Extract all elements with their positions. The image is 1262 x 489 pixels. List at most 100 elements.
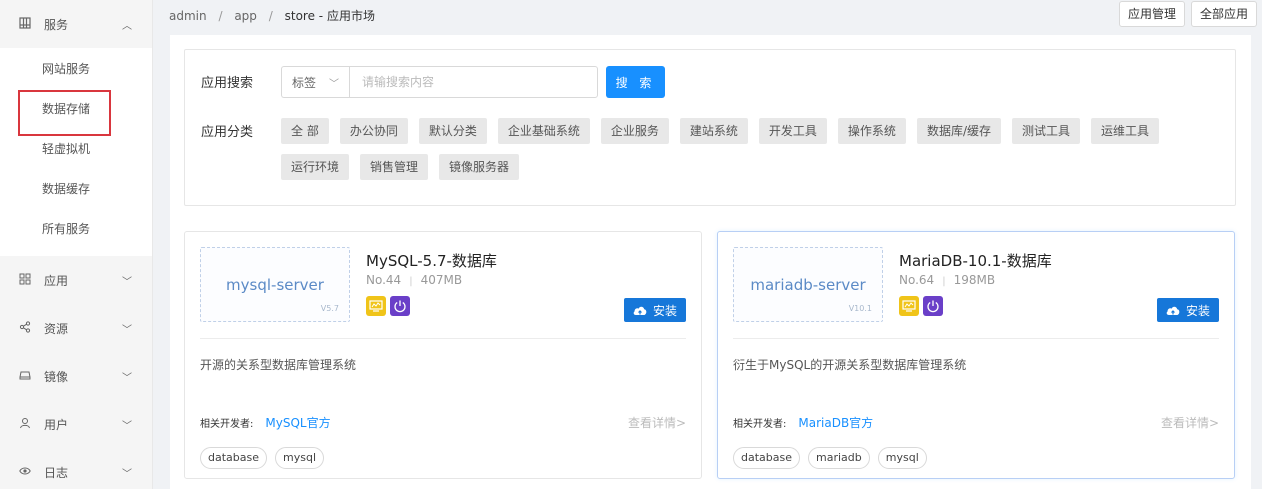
app-logo-name: mysql-server [226,275,324,294]
category-tag[interactable]: 办公协同 [339,118,408,144]
eye-icon [18,465,32,480]
category-list: 全 部 办公协同 默认分类 企业基础系统 企业服务 建站系统 开发工具 操作系统… [281,118,1181,180]
app-tags: database mariadb mysql [733,447,927,469]
app-title: MySQL-5.7-数据库 [366,252,497,270]
install-button[interactable]: 安装 [1156,298,1219,322]
category-tag[interactable]: 运维工具 [1091,118,1160,144]
cloud-upload-icon [1166,306,1180,315]
menu-image-label: 镜像 [44,369,69,384]
app-logo-name: mariadb-server [750,275,866,294]
category-tag[interactable]: 镜像服务器 [439,154,520,180]
filter-panel: 应用搜索 标签 ﹀ 搜 索 应用分类 全 部 办公协同 默认分类 企业基础系统 … [184,49,1236,206]
app-title: MariaDB-10.1-数据库 [899,252,1052,270]
meta-divider: | [942,276,946,287]
card-divider [733,338,1219,339]
sidebar-item-light-vm[interactable]: 轻虚拟机 [0,129,152,169]
menu-user[interactable]: 用户 ﹀ [0,400,152,448]
disk-icon [18,369,32,384]
install-label: 安装 [1185,303,1210,318]
app-tag[interactable]: mysql [877,447,927,469]
card-divider [200,338,686,339]
app-card-mariadb[interactable]: mariadb-server V10.1 MariaDB-10.1-数据库 No… [717,231,1235,479]
app-logo-version: V10.1 [848,304,872,313]
breadcrumb-item-app[interactable]: app [234,9,257,23]
category-tag[interactable]: 企业服务 [600,118,669,144]
search-input[interactable] [349,66,598,98]
view-detail-link[interactable]: 查看详情> [1161,414,1219,431]
chevron-down-icon: ﹀ [122,468,132,480]
main-content: 应用搜索 标签 ﹀ 搜 索 应用分类 全 部 办公协同 默认分类 企业基础系统 … [170,35,1251,489]
app-number: No.64 [899,273,935,287]
category-tag[interactable]: 操作系统 [837,118,906,144]
app-logo-version: V5.7 [320,304,339,313]
app-size: 407MB [420,273,463,287]
app-logo: mariadb-server V10.1 [733,247,883,322]
search-type-select[interactable]: 标签 ﹀ [281,66,349,98]
monitor-badge-icon [366,296,386,316]
app-description: 衍生于MySQL的开源关系型数据库管理系统 [733,358,967,372]
developer-link[interactable]: MariaDB官方 [798,414,873,431]
app-badges [899,296,943,316]
breadcrumb-current: store [284,9,315,23]
menu-service[interactable]: 服务 ︿ [0,0,152,48]
app-tag[interactable]: database [733,447,800,469]
install-label: 安装 [652,303,677,318]
breadcrumb-dash: - [318,9,327,23]
user-icon [18,417,32,432]
search-label: 应用搜索 [201,76,254,91]
sidebar-item-data-storage[interactable]: 数据存储 [0,89,152,136]
developer-label: 相关开发者: [733,419,787,430]
breadcrumb: admin / app / store - 应用市场 [169,7,375,24]
install-button[interactable]: 安装 [623,298,686,322]
service-submenu: 网站服务 数据存储 轻虚拟机 数据缓存 所有服务 [0,48,152,256]
sidebar-item-data-cache[interactable]: 数据缓存 [0,169,152,209]
app-card-mysql[interactable]: mysql-server V5.7 MySQL-5.7-数据库 No.44 | 40… [184,231,702,479]
search-type-value: 标签 [292,75,317,90]
app-meta: No.44 | 407MB [366,273,462,287]
category-tag[interactable]: 数据库/缓存 [916,118,1001,144]
app-tag[interactable]: database [200,447,267,469]
menu-log-label: 日志 [44,465,69,480]
breadcrumb-item-admin[interactable]: admin [169,9,207,23]
category-tag[interactable]: 开发工具 [758,118,827,144]
all-apps-button[interactable]: 全部应用 [1190,1,1257,27]
search-row: 标签 ﹀ 搜 索 [281,66,665,98]
menu-user-label: 用户 [44,417,69,432]
top-bar: admin / app / store - 应用市场 应用管理 全部应用 [153,0,1262,30]
developer-row: 相关开发者: MySQL官方 [200,414,331,431]
category-tag[interactable]: 全 部 [281,118,329,144]
category-tag[interactable]: 销售管理 [360,154,429,180]
grid-icon [18,273,32,288]
sidebar-item-web-service[interactable]: 网站服务 [0,49,152,89]
menu-image[interactable]: 镜像 ﹀ [0,352,152,400]
category-tag[interactable]: 运行环境 [281,154,350,180]
app-badges [366,296,410,316]
category-tag[interactable]: 测试工具 [1011,118,1080,144]
menu-service-label: 服务 [44,17,69,32]
sidebar-item-all-services[interactable]: 所有服务 [0,209,152,249]
app-tag[interactable]: mariadb [808,447,870,469]
menu-app[interactable]: 应用 ﹀ [0,256,152,304]
view-detail-link[interactable]: 查看详情> [628,414,686,431]
chevron-down-icon: ﹀ [329,78,339,90]
category-tag[interactable]: 建站系统 [679,118,748,144]
app-tag[interactable]: mysql [275,447,324,469]
developer-row: 相关开发者: MariaDB官方 [733,414,873,431]
menu-resource[interactable]: 资源 ﹀ [0,304,152,352]
breadcrumb-separator: / [268,9,273,23]
category-tag[interactable]: 企业基础系统 [497,118,590,144]
breadcrumb-separator: / [218,9,223,23]
menu-resource-label: 资源 [44,321,69,336]
app-number: No.44 [366,273,402,287]
developer-link[interactable]: MySQL官方 [265,414,330,431]
category-tag[interactable]: 默认分类 [418,118,487,144]
menu-app-label: 应用 [44,273,69,288]
chevron-down-icon: ﹀ [122,324,132,336]
app-meta: No.64 | 198MB [899,273,995,287]
app-manage-button[interactable]: 应用管理 [1118,1,1185,27]
developer-label: 相关开发者: [200,419,254,430]
top-button-group: 应用管理 全部应用 [1118,1,1257,27]
menu-log[interactable]: 日志 ﹀ [0,448,152,489]
cloud-upload-icon [633,306,647,315]
search-button[interactable]: 搜 索 [606,66,665,98]
